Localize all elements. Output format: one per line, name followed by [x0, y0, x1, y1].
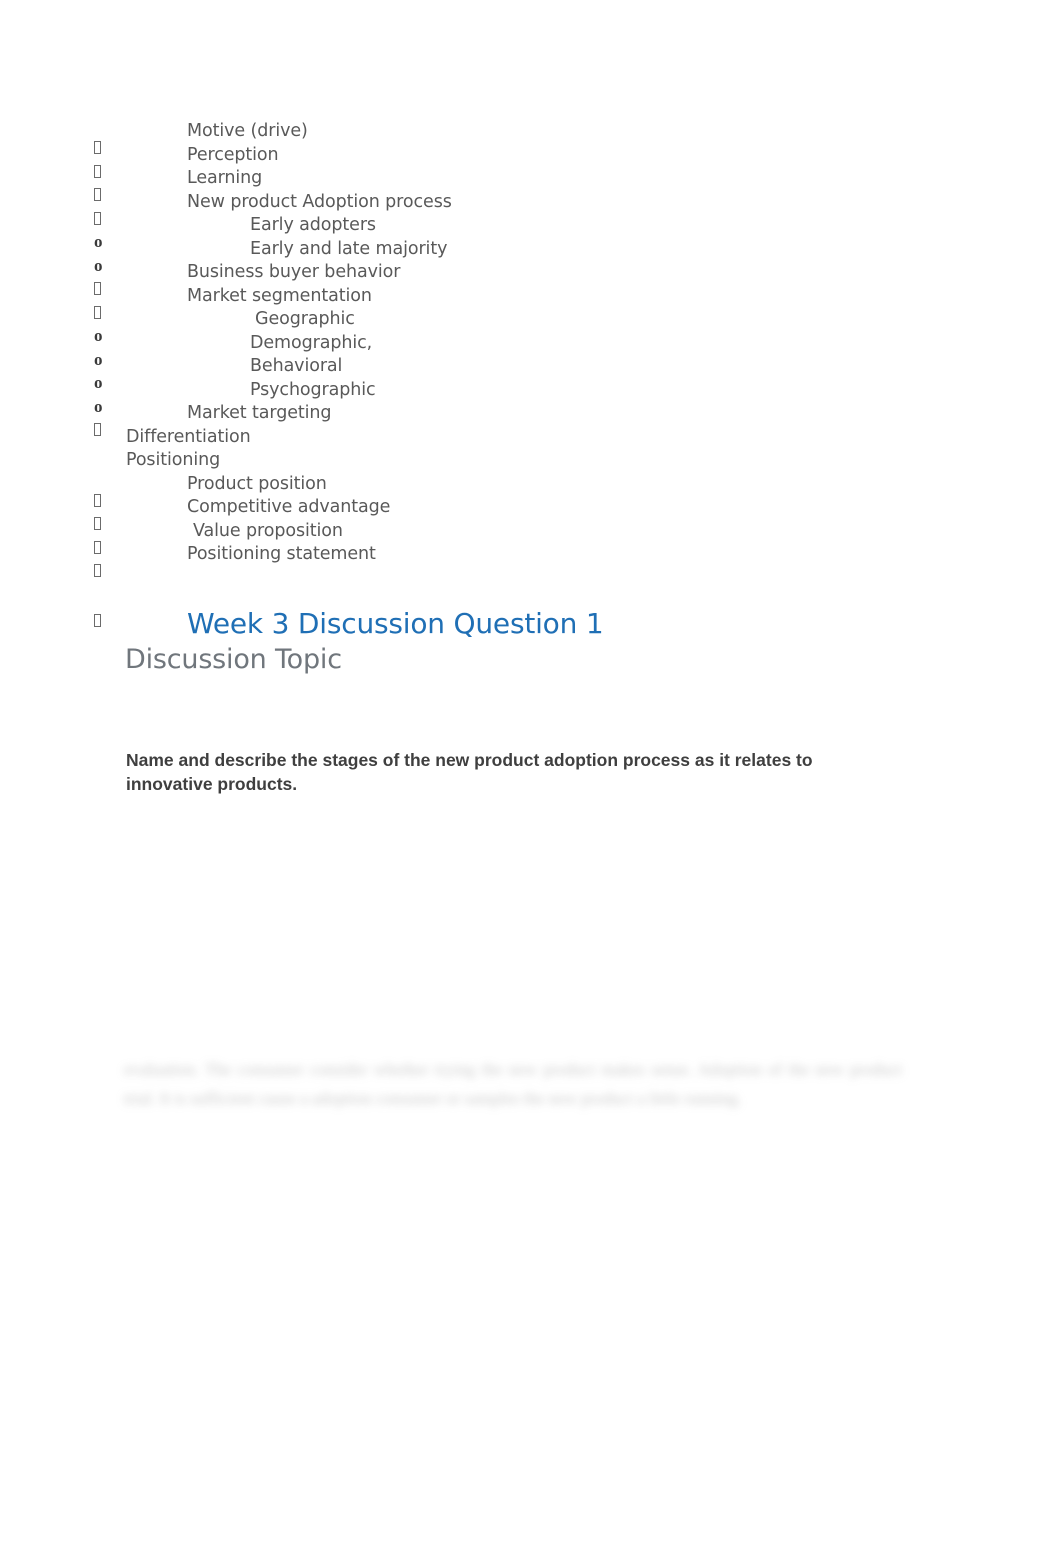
- outline-item: o Demographic,: [94, 332, 373, 369]
- heading-row: Week 3 Discussion Question 1: [0, 605, 1062, 643]
- outline-item: Market targeting: [0, 402, 1062, 436]
- page-title: Week 3 Discussion Question 1: [187, 607, 604, 640]
- outline-item: Competitive advantage: [0, 496, 1062, 530]
- outline-item: Product position: [0, 473, 1062, 507]
- outline-item-label: Value proposition: [193, 520, 343, 541]
- outline-item: Positioning: [0, 449, 1062, 473]
- outline-item: o Early and late majority: [94, 238, 448, 275]
- outline-item-label: Product position: [187, 473, 327, 494]
- outline-item: o Early adopters: [94, 215, 376, 251]
- outline-item-label: Positioning: [126, 450, 221, 470]
- outline-item: Learning: [0, 167, 1062, 201]
- outline-item-label: Learning: [187, 168, 263, 188]
- outline-item: Motive (drive): [0, 120, 1062, 154]
- document-page: Motive (drive) Perception Learning New prod…: [0, 0, 1062, 1556]
- outline-item: o Geographic: [94, 309, 355, 345]
- outline-item-label: Differentiation: [126, 426, 251, 447]
- outline-item-label: Positioning statement: [187, 544, 376, 564]
- outline-item-label: Perception: [187, 144, 279, 165]
- outline-item-label: Competitive advantage: [187, 497, 391, 517]
- outline-item: Business buyer behavior: [0, 261, 1062, 295]
- outline-item: Positioning statement: [0, 543, 1062, 577]
- outline-item: o Psychographic: [94, 379, 376, 416]
- outline-item: Differentiation: [0, 426, 1062, 450]
- discussion-prompt: Name and describe the stages of the new …: [126, 749, 813, 795]
- outline-item: o Behavioral: [94, 356, 343, 392]
- obscured-paragraph: evaluation. The consumer consider whethe…: [124, 1060, 902, 1108]
- outline-list: Motive (drive) Perception Learning New prod…: [0, 120, 1062, 577]
- outline-item-label: Psychographic: [250, 379, 376, 400]
- bullet-box-icon: [94, 614, 101, 627]
- discussion-heading-block: Week 3 Discussion Question 1 Discussion …: [0, 605, 1062, 675]
- outline-item-label: Market segmentation: [187, 285, 372, 306]
- outline-item: Perception: [0, 144, 1062, 178]
- outline-item-label: New product Adoption process: [187, 191, 452, 212]
- outline-item: New product Adoption process: [0, 191, 1062, 225]
- outline-item-label: Behavioral: [250, 356, 343, 376]
- outline-item-label: Demographic,: [250, 332, 373, 353]
- outline-item: Market segmentation: [0, 285, 1062, 319]
- page-subtitle: Discussion Topic: [125, 644, 342, 675]
- outline-item-label: Business buyer behavior: [187, 262, 401, 282]
- outline-item-label: Motive (drive): [187, 121, 308, 141]
- outline-item-label: Early and late majority: [250, 238, 448, 259]
- outline-item-label: Market targeting: [187, 403, 332, 423]
- outline-item-label: Geographic: [255, 309, 355, 329]
- outline-item-label: Early adopters: [250, 215, 376, 235]
- outline-item: Value proposition: [0, 520, 1062, 554]
